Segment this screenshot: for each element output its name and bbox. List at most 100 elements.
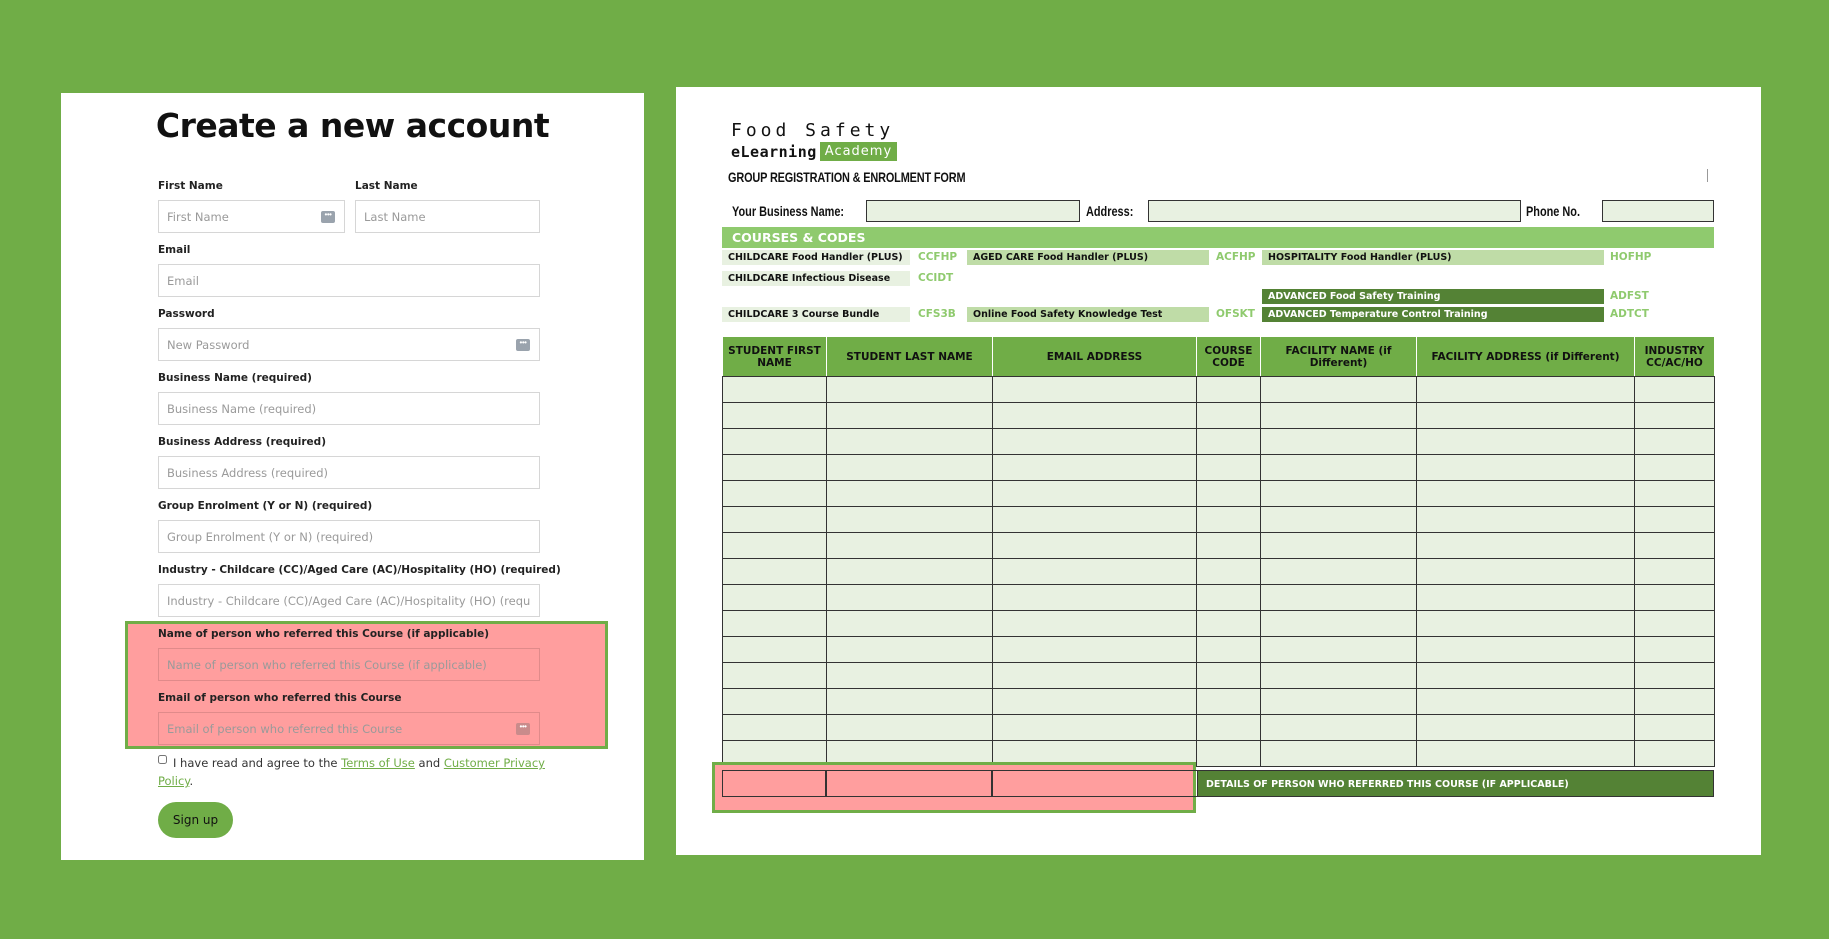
table-row bbox=[722, 610, 1715, 637]
last-name-group: Last Name bbox=[355, 178, 540, 233]
table-cell bbox=[1260, 584, 1417, 611]
course-name: ADVANCED Food Safety Training bbox=[1262, 289, 1604, 304]
table-cell bbox=[1260, 376, 1417, 403]
table-cell bbox=[826, 376, 993, 403]
group-enrolment-input[interactable] bbox=[159, 521, 539, 552]
agree-checkbox[interactable] bbox=[158, 755, 167, 764]
signup-button[interactable]: Sign up bbox=[158, 802, 233, 838]
table-cell bbox=[1196, 532, 1261, 559]
password-manager-icon[interactable]: ••• bbox=[321, 211, 335, 223]
first-name-wrapper: ••• bbox=[158, 200, 345, 233]
table-cell bbox=[1634, 402, 1715, 429]
logo-elearning: eLearning bbox=[731, 142, 817, 161]
table-cell bbox=[992, 480, 1197, 507]
table-cell bbox=[1634, 532, 1715, 559]
table-cell bbox=[1260, 532, 1417, 559]
group-enrolment-label: Group Enrolment (Y or N) (required) bbox=[158, 500, 373, 512]
table-cell bbox=[826, 454, 993, 481]
column-header: STUDENT FIRST NAME bbox=[722, 336, 827, 377]
enrolment-form-image: Food Safety eLearning Academy GROUP REGI… bbox=[676, 87, 1761, 855]
table-cell bbox=[1196, 740, 1261, 767]
table-cell bbox=[1260, 428, 1417, 455]
student-rows bbox=[722, 376, 1715, 767]
table-cell bbox=[1196, 610, 1261, 637]
table-cell bbox=[1416, 636, 1635, 663]
table-row bbox=[722, 506, 1715, 533]
page-title: Create a new account bbox=[155, 106, 550, 145]
table-cell bbox=[1196, 480, 1261, 507]
business-address-input[interactable] bbox=[159, 457, 539, 488]
column-header: FACILITY ADDRESS (if Different) bbox=[1416, 336, 1635, 377]
table-cell bbox=[1416, 584, 1635, 611]
business-address-label: Business Address (required) bbox=[158, 436, 326, 448]
table-cell bbox=[826, 532, 993, 559]
table-row bbox=[722, 480, 1715, 507]
business-name-group: Business Name (required) bbox=[158, 370, 540, 425]
table-cell bbox=[826, 714, 993, 741]
table-cell bbox=[722, 376, 827, 403]
referrer-email-input[interactable] bbox=[159, 713, 539, 744]
logo-title: Food Safety bbox=[731, 120, 895, 141]
table-cell bbox=[1634, 610, 1715, 637]
email-label: Email bbox=[158, 244, 191, 256]
table-cell bbox=[1196, 428, 1261, 455]
table-cell bbox=[1634, 376, 1715, 403]
agree-row: I have read and agree to the Terms of Us… bbox=[158, 754, 548, 790]
last-name-input[interactable] bbox=[356, 201, 539, 232]
column-header: COURSE CODE bbox=[1196, 336, 1261, 377]
table-row bbox=[722, 584, 1715, 611]
email-input[interactable] bbox=[159, 265, 539, 296]
table-cell bbox=[722, 506, 827, 533]
referrer-name-input[interactable] bbox=[159, 649, 539, 680]
student-table: STUDENT FIRST NAME STUDENT LAST NAME EMA… bbox=[722, 336, 1715, 767]
courses-header: COURSES & CODES bbox=[722, 227, 1714, 248]
first-name-label: First Name bbox=[158, 180, 223, 192]
password-manager-icon[interactable]: ••• bbox=[516, 339, 530, 351]
table-cell bbox=[1196, 688, 1261, 715]
table-cell bbox=[1416, 558, 1635, 585]
course-code: ADTCT bbox=[1610, 308, 1649, 320]
table-cell bbox=[1416, 454, 1635, 481]
table-cell bbox=[722, 610, 827, 637]
column-header: STUDENT LAST NAME bbox=[826, 336, 993, 377]
table-row bbox=[722, 636, 1715, 663]
first-name-input[interactable] bbox=[159, 201, 344, 232]
table-cell bbox=[722, 532, 827, 559]
table-cell bbox=[826, 506, 993, 533]
table-cell bbox=[992, 402, 1197, 429]
password-input[interactable] bbox=[159, 329, 539, 360]
table-row bbox=[722, 714, 1715, 741]
table-cell bbox=[826, 480, 993, 507]
password-wrapper: ••• bbox=[158, 328, 540, 361]
column-header: FACILITY NAME (if Different) bbox=[1260, 336, 1417, 377]
course-name: CHILDCARE 3 Course Bundle bbox=[722, 307, 910, 322]
table-cell bbox=[1260, 558, 1417, 585]
email-group: Email bbox=[158, 242, 540, 297]
table-row bbox=[722, 402, 1715, 429]
course-code: ACFHP bbox=[1216, 251, 1256, 263]
terms-link[interactable]: Terms of Use bbox=[341, 756, 415, 770]
business-name-input[interactable] bbox=[159, 393, 539, 424]
password-manager-icon[interactable]: ••• bbox=[516, 723, 530, 735]
industry-group: Industry - Childcare (CC)/Aged Care (AC)… bbox=[158, 562, 561, 617]
course-name: ADVANCED Temperature Control Training bbox=[1262, 307, 1604, 322]
table-cell bbox=[992, 636, 1197, 663]
table-cell bbox=[722, 662, 827, 689]
table-cell bbox=[1260, 402, 1417, 429]
signup-panel: Create a new account First Name ••• Last… bbox=[61, 93, 644, 860]
referrer-cell bbox=[992, 770, 1199, 797]
referrer-cell bbox=[722, 770, 826, 797]
course-name: CHILDCARE Food Handler (PLUS) bbox=[722, 250, 910, 265]
table-cell bbox=[1634, 662, 1715, 689]
table-cell bbox=[722, 584, 827, 611]
table-cell bbox=[722, 428, 827, 455]
business-name-box bbox=[866, 200, 1080, 222]
table-cell bbox=[722, 454, 827, 481]
table-cell bbox=[1260, 454, 1417, 481]
address-label: Address: bbox=[1086, 203, 1134, 219]
table-row bbox=[722, 454, 1715, 481]
table-cell bbox=[722, 402, 827, 429]
business-address-group: Business Address (required) bbox=[158, 434, 540, 489]
table-cell bbox=[1196, 636, 1261, 663]
industry-input[interactable] bbox=[159, 585, 539, 616]
